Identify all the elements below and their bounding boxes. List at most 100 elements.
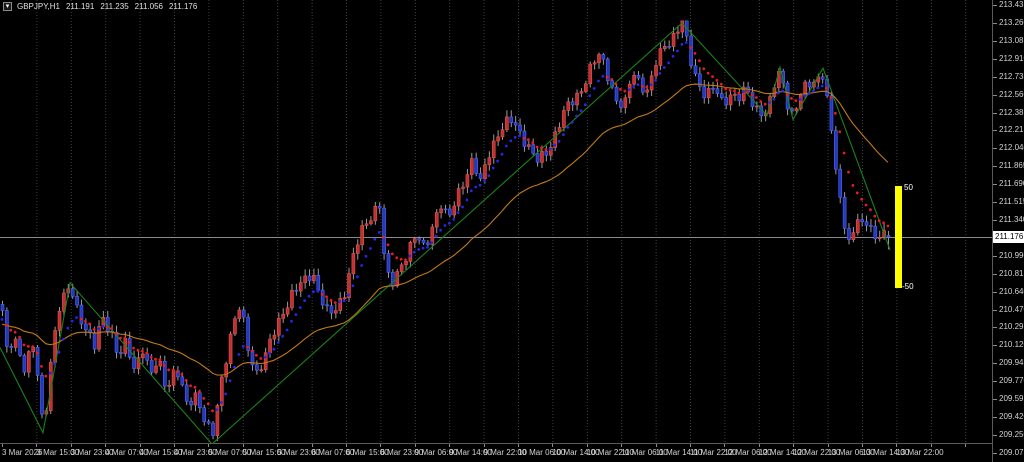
ma-dot <box>496 160 499 163</box>
chart-title-high: 211.235 <box>100 2 128 11</box>
candle <box>510 110 513 127</box>
candle-body-bull <box>540 151 543 162</box>
time-axis-tick <box>36 444 37 447</box>
ma-dot <box>751 94 754 97</box>
price-axis-tick <box>993 148 997 149</box>
candle-body-bear <box>198 393 201 408</box>
one-click-trading-toggle-icon[interactable]: ▾ <box>3 2 12 11</box>
price-axis-tick <box>993 41 997 42</box>
candle-body-bull <box>501 130 504 137</box>
candle-body-bear <box>71 289 74 297</box>
chart-title-open: 211.191 <box>66 2 94 11</box>
ma-dot <box>825 87 828 90</box>
time-axis-tick <box>346 444 347 447</box>
ma-dot <box>207 402 210 405</box>
ma-dot <box>71 320 74 323</box>
candle <box>304 269 307 288</box>
chart-plot-area[interactable] <box>0 0 992 443</box>
candle-body-bull <box>483 165 486 179</box>
candle-body-bull <box>27 352 30 373</box>
candle-body-bull <box>646 90 649 92</box>
candle-body-bear <box>203 408 206 422</box>
candle-body-bull <box>233 319 236 334</box>
time-axis-tick <box>759 444 760 447</box>
candle <box>843 192 846 234</box>
candle-body-bull <box>369 221 372 224</box>
price-axis-tick <box>993 345 997 346</box>
ma-dot <box>676 50 679 53</box>
candle <box>89 324 92 339</box>
price-axis-tick <box>993 23 997 24</box>
ma-dot <box>185 379 188 382</box>
candle <box>10 344 13 354</box>
price-axis-label: 210.990 <box>999 252 1024 260</box>
candle-body-bear <box>532 145 535 154</box>
candle-body-bear <box>321 290 324 305</box>
candle-body-bear <box>448 209 451 215</box>
ma-dot <box>584 103 587 106</box>
candle-body-bear <box>40 375 43 414</box>
ma-dot <box>733 90 736 93</box>
candle <box>619 98 622 113</box>
price-axis-tick <box>993 77 997 78</box>
candle <box>488 151 491 170</box>
candle <box>369 216 372 225</box>
ma-dot <box>154 358 157 361</box>
ma-dot <box>487 174 490 177</box>
ma-dot <box>286 329 289 332</box>
time-axis[interactable]: 3 Mar 20263 Mar 15:003 Mar 23:004 Mar 07… <box>0 444 992 462</box>
candle-body-bear <box>834 131 837 170</box>
candle-body-bull <box>795 109 798 111</box>
time-axis-separator <box>0 443 992 444</box>
ma-dot <box>601 75 604 78</box>
candle <box>233 316 236 336</box>
price-axis-label: 213.260 <box>999 19 1024 27</box>
ma-dot <box>737 92 740 95</box>
ma-dot <box>277 341 280 344</box>
candle-body-bear <box>422 240 425 243</box>
ma-dot <box>654 79 657 82</box>
candle-body-bull <box>576 93 579 105</box>
candle-body-bear <box>510 117 513 123</box>
candle-body-bear <box>133 357 136 368</box>
candle-body-bear <box>725 98 728 105</box>
chart-canvas[interactable] <box>0 0 992 443</box>
candle <box>615 85 618 105</box>
ma-dot <box>786 94 789 97</box>
ma-dot <box>53 362 56 365</box>
candle <box>720 87 723 99</box>
price-axis-tick <box>993 113 997 114</box>
candle <box>282 308 285 323</box>
candle <box>308 269 311 286</box>
ma-dot <box>211 409 214 412</box>
candle <box>80 300 83 329</box>
candle <box>321 283 324 309</box>
candle-body-bull <box>856 220 859 233</box>
ma-dot <box>347 294 350 297</box>
candle <box>856 214 859 236</box>
candle-body-bear <box>720 94 723 98</box>
candle-body-bear <box>519 125 522 131</box>
ma-dot <box>14 331 17 334</box>
candle-body-bull <box>264 353 267 370</box>
candle <box>299 276 302 297</box>
price-axis-tick <box>993 274 997 275</box>
candle-body-bear <box>185 385 188 401</box>
candle <box>470 153 473 180</box>
candle <box>505 110 508 132</box>
candle <box>361 220 364 250</box>
candle <box>159 355 162 370</box>
candle-body-bull <box>277 318 280 335</box>
candle-body-bull <box>672 33 675 46</box>
candle-body-bull <box>361 225 364 244</box>
candle-body-bull <box>497 137 500 141</box>
ma-dot <box>553 144 556 147</box>
candle <box>597 52 600 68</box>
ma-dot <box>759 100 762 103</box>
candle-body-bull <box>299 283 302 291</box>
ma-dot <box>316 290 319 293</box>
ma-dot <box>216 408 219 411</box>
candle <box>260 365 263 373</box>
ma-dot <box>264 356 267 359</box>
time-axis-tick <box>105 444 106 447</box>
